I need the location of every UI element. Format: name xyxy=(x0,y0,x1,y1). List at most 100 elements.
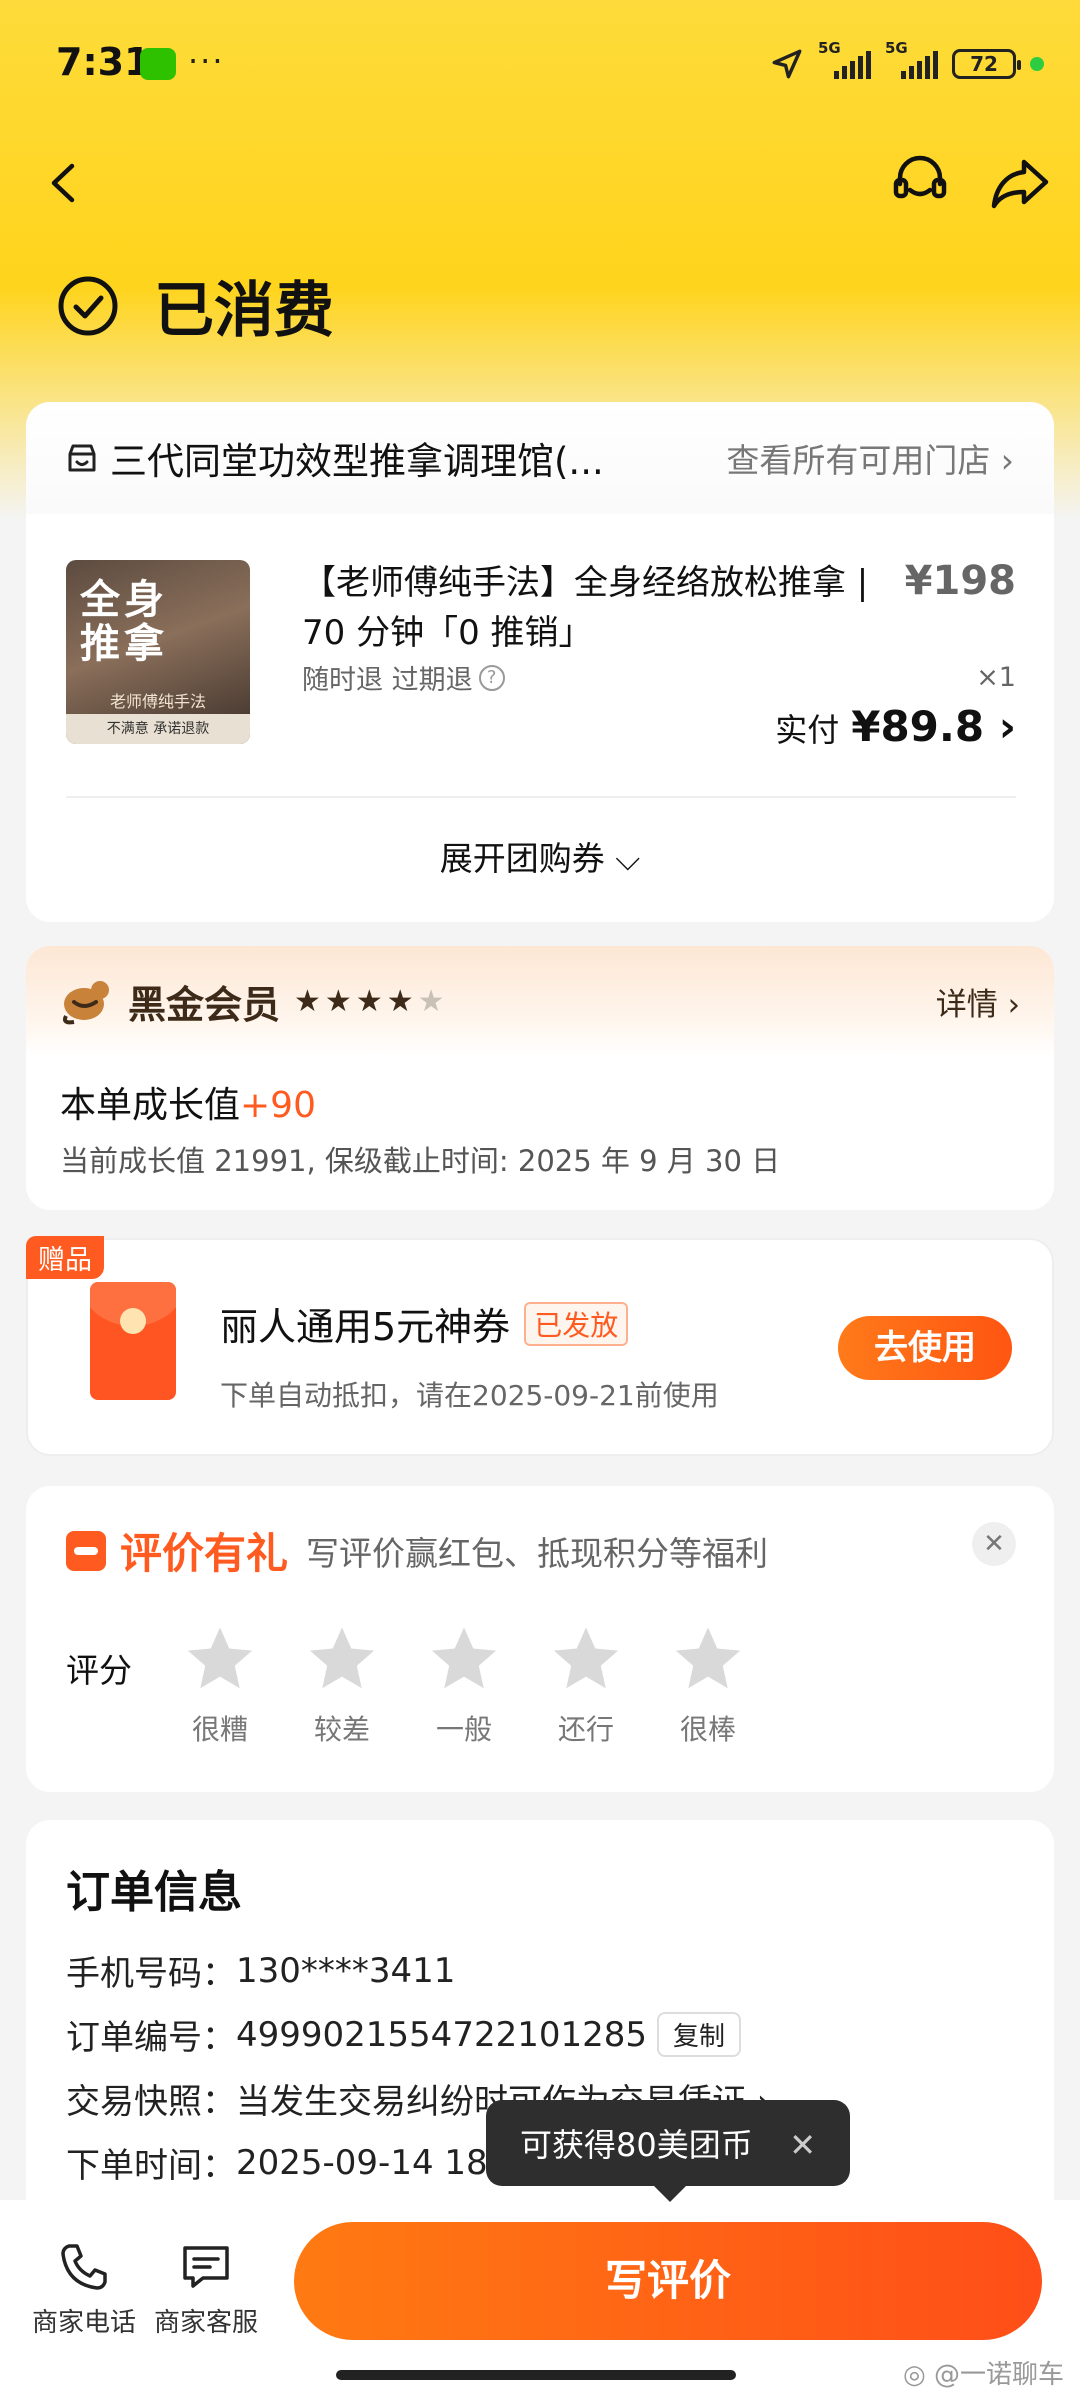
order-row-value: 130****3411 xyxy=(236,1950,456,1991)
issued-tag: 已发放 xyxy=(524,1301,629,1346)
review-title: 评价有礼 xyxy=(120,1529,289,1578)
star-label: 较差 xyxy=(313,1713,370,1746)
refund-tags-text: 随时退 过期退 xyxy=(302,665,473,696)
star-empty-icon: ★ xyxy=(417,983,445,1019)
tooltip-close-icon[interactable]: ✕ xyxy=(789,2126,816,2164)
order-row-key: 交易快照： xyxy=(66,2082,236,2122)
rating-star-3[interactable]: 一般 xyxy=(426,1622,502,1748)
order-info-title: 订单信息 xyxy=(66,1867,242,1918)
home-indicator[interactable] xyxy=(336,2370,736,2380)
growth-note: 当前成长值 21991, 保级截止时间: 2025 年 9 月 30 日 xyxy=(60,1144,781,1178)
star-label: 还行 xyxy=(557,1713,614,1746)
merchant-service-button[interactable]: 商家客服 xyxy=(146,2240,266,2339)
share-icon[interactable] xyxy=(988,152,1052,212)
rating-star-4[interactable]: 还行 xyxy=(548,1622,624,1748)
gift-badge: 赠品 xyxy=(26,1236,104,1279)
rating-star-1[interactable]: 很糟 xyxy=(182,1622,258,1748)
order-row-value: 4999021554722101285 xyxy=(236,2014,648,2055)
red-envelope-icon xyxy=(90,1282,176,1400)
customer-service-headset-icon[interactable] xyxy=(888,150,952,214)
chat-message-icon xyxy=(183,2246,229,2288)
star-icon xyxy=(431,1627,497,1689)
product-thumbnail[interactable]: 全身 推拿 老师傅纯手法 不满意 承诺退款 xyxy=(66,560,250,744)
rating-stars: 很糟 较差 一般 还行 很棒 xyxy=(182,1622,746,1748)
thumbnail-banner: 不满意 承诺退款 xyxy=(66,714,250,744)
membership-details-link[interactable]: 详情 › xyxy=(936,979,1020,1024)
shop-name[interactable]: 三代同堂功效型推拿调理馆(... xyxy=(110,431,726,485)
phone-icon xyxy=(61,2244,107,2290)
thumbnail-subtitle: 老师傅纯手法 xyxy=(109,692,206,711)
watermark: ◎ @一诺聊车 xyxy=(903,2360,1064,2390)
star-filled-icon: ★ xyxy=(386,983,414,1019)
review-header: 评价有礼 写评价赢红包、抵现积分等福利 xyxy=(66,1520,768,1581)
order-row-key: 订单编号： xyxy=(66,2018,236,2058)
merchant-phone-label: 商家电话 xyxy=(31,2308,136,2338)
status-time: 7:31 xyxy=(56,40,151,84)
product-item[interactable]: 全身 推拿 老师傅纯手法 不满意 承诺退款 【老师傅纯手法】全身经络放松推拿 |… xyxy=(66,558,1016,758)
product-title: 【老师傅纯手法】全身经络放松推拿 | 70 分钟「0 推销」 xyxy=(302,563,869,653)
signal-5g-icon-1: 5G xyxy=(818,39,871,79)
star-label: 很棒 xyxy=(679,1713,736,1746)
status-indicators: 5G 5G 72 xyxy=(770,39,1044,84)
growth-value: 本单成长值+90 xyxy=(60,1076,316,1128)
review-subtitle: 写评价赢红包、抵现积分等福利 xyxy=(306,1533,769,1573)
order-row-key: 下单时间： xyxy=(66,2146,236,2186)
star-label: 很糟 xyxy=(191,1713,248,1746)
star-icon xyxy=(675,1627,741,1689)
location-arrow-icon xyxy=(772,49,802,79)
star-filled-icon: ★ xyxy=(324,983,352,1019)
merchant-service-label: 商家客服 xyxy=(153,2308,258,2338)
copy-button[interactable]: 复制 xyxy=(657,2012,742,2057)
write-review-button[interactable]: 写评价 xyxy=(294,2222,1042,2340)
review-card: 评价有礼 写评价赢红包、抵现积分等福利 ✕ 评分 很糟 较差 一般 还行 很棒 xyxy=(26,1486,1054,1792)
rating-star-5[interactable]: 很棒 xyxy=(670,1622,746,1748)
order-row-phone: 手机号码： 130****3411 xyxy=(66,1946,455,1995)
close-icon[interactable]: ✕ xyxy=(972,1522,1016,1566)
paid-label: 实付 xyxy=(775,711,840,749)
membership-kangaroo-logo-icon xyxy=(63,981,109,1025)
growth-label: 本单成长值 xyxy=(60,1085,241,1126)
tooltip-arrow xyxy=(654,2186,686,2202)
paid-amount-row[interactable]: 实付 ¥89.8 › xyxy=(775,702,1016,751)
growth-plus: +90 xyxy=(240,1085,316,1126)
quantity: ×1 xyxy=(976,662,1016,693)
privacy-indicator-dot xyxy=(1030,57,1044,71)
membership-stars: ★ ★ ★ ★ ★ xyxy=(294,984,936,1019)
view-all-stores-link[interactable]: 查看所有可用门店 › xyxy=(726,434,1014,482)
star-icon xyxy=(187,1627,253,1689)
star-label: 一般 xyxy=(435,1713,492,1746)
star-filled-icon: ★ xyxy=(355,983,383,1019)
star-filled-icon: ★ xyxy=(294,983,321,1019)
membership-title: 黑金会员 xyxy=(128,982,281,1027)
shop-icon xyxy=(68,444,96,472)
wechat-notification-icon xyxy=(140,48,176,80)
rating-star-2[interactable]: 较差 xyxy=(304,1622,380,1748)
help-question-icon[interactable]: ? xyxy=(478,664,505,691)
paid-value: ¥89.8 › xyxy=(851,702,1016,751)
expand-coupons-button[interactable]: 展开团购券 ⌵ xyxy=(26,832,1054,880)
use-coupon-button[interactable]: 去使用 xyxy=(838,1316,1012,1380)
gift-title-row: 丽人通用5元神券 已发放 xyxy=(220,1296,629,1351)
merchant-phone-button[interactable]: 商家电话 xyxy=(24,2240,144,2339)
refund-tags: 随时退 过期退 ? xyxy=(302,658,505,697)
rating-label: 评分 xyxy=(66,1651,132,1690)
membership-header: 黑金会员 ★ ★ ★ ★ ★ 详情 › xyxy=(26,946,1054,1056)
check-circle-icon xyxy=(58,276,118,335)
status-bar: 7:31 ··· 5G 5G 72 xyxy=(0,0,1080,130)
original-price: ¥198 xyxy=(904,558,1016,604)
star-icon xyxy=(309,1627,375,1689)
signal-5g-icon-2: 5G xyxy=(885,39,938,79)
coin-reward-tooltip: 可获得80美团币 ✕ xyxy=(486,2100,850,2186)
star-icon xyxy=(553,1627,619,1689)
gift-description: 下单自动抵扣，请在2025-09-21前使用 xyxy=(220,1379,719,1412)
order-row-key: 手机号码： xyxy=(66,1954,236,1994)
order-status-row: 已消费 xyxy=(56,262,334,349)
tooltip-text: 可获得80美团币 xyxy=(520,2126,753,2164)
battery-icon: 72 xyxy=(952,49,1021,79)
thumbnail-title: 全身 推拿 xyxy=(80,577,168,667)
membership-card: 黑金会员 ★ ★ ★ ★ ★ 详情 › 本单成长值+90 当前成长值 21991… xyxy=(26,946,1054,1210)
order-row-number: 订单编号： 4999021554722101285 复制 xyxy=(66,2010,742,2059)
more-notifications-icon: ··· xyxy=(188,42,225,80)
back-arrow-icon[interactable] xyxy=(40,158,90,208)
shop-header[interactable]: 三代同堂功效型推拿调理馆(... 查看所有可用门店 › xyxy=(26,402,1054,514)
